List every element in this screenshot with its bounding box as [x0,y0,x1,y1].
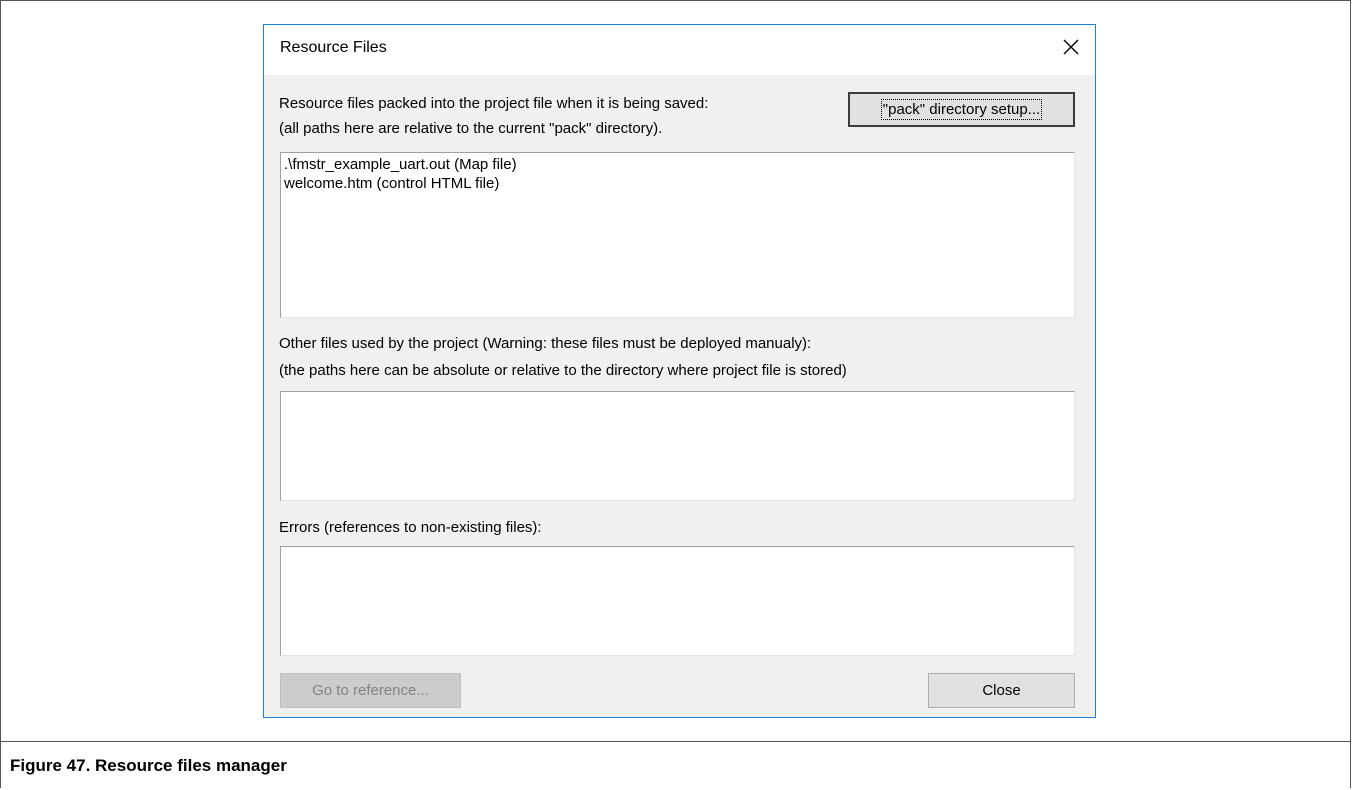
other-files-label-line2: (the paths here can be absolute or relat… [279,362,847,379]
pack-directory-setup-button[interactable]: "pack" directory setup... [848,92,1075,127]
packed-files-label-line1: Resource files packed into the project f… [279,95,709,112]
errors-list[interactable] [280,546,1075,656]
other-files-list[interactable] [280,391,1075,501]
list-item[interactable]: welcome.htm (control HTML file) [284,174,1071,193]
close-icon[interactable] [1059,35,1083,59]
go-to-reference-button[interactable]: Go to reference... [280,673,461,708]
list-item[interactable]: .\fmstr_example_uart.out (Map file) [284,155,1071,174]
pack-directory-setup-label: "pack" directory setup... [880,99,1043,120]
figure-caption: Figure 47. Resource files manager [10,756,287,775]
caption-divider [0,741,1351,742]
dialog-title: Resource Files [280,39,387,56]
close-button-label: Close [982,682,1021,699]
title-bar: Resource Files [264,25,1095,75]
close-button[interactable]: Close [928,673,1075,708]
errors-label: Errors (references to non-existing files… [279,519,542,536]
other-files-label-line1: Other files used by the project (Warning… [279,335,812,352]
resource-files-dialog: Resource Files Resource files packed int… [263,24,1096,718]
packed-files-list[interactable]: .\fmstr_example_uart.out (Map file) welc… [280,152,1075,318]
packed-files-label-line2: (all paths here are relative to the curr… [279,120,663,137]
go-to-reference-label: Go to reference... [312,682,429,699]
